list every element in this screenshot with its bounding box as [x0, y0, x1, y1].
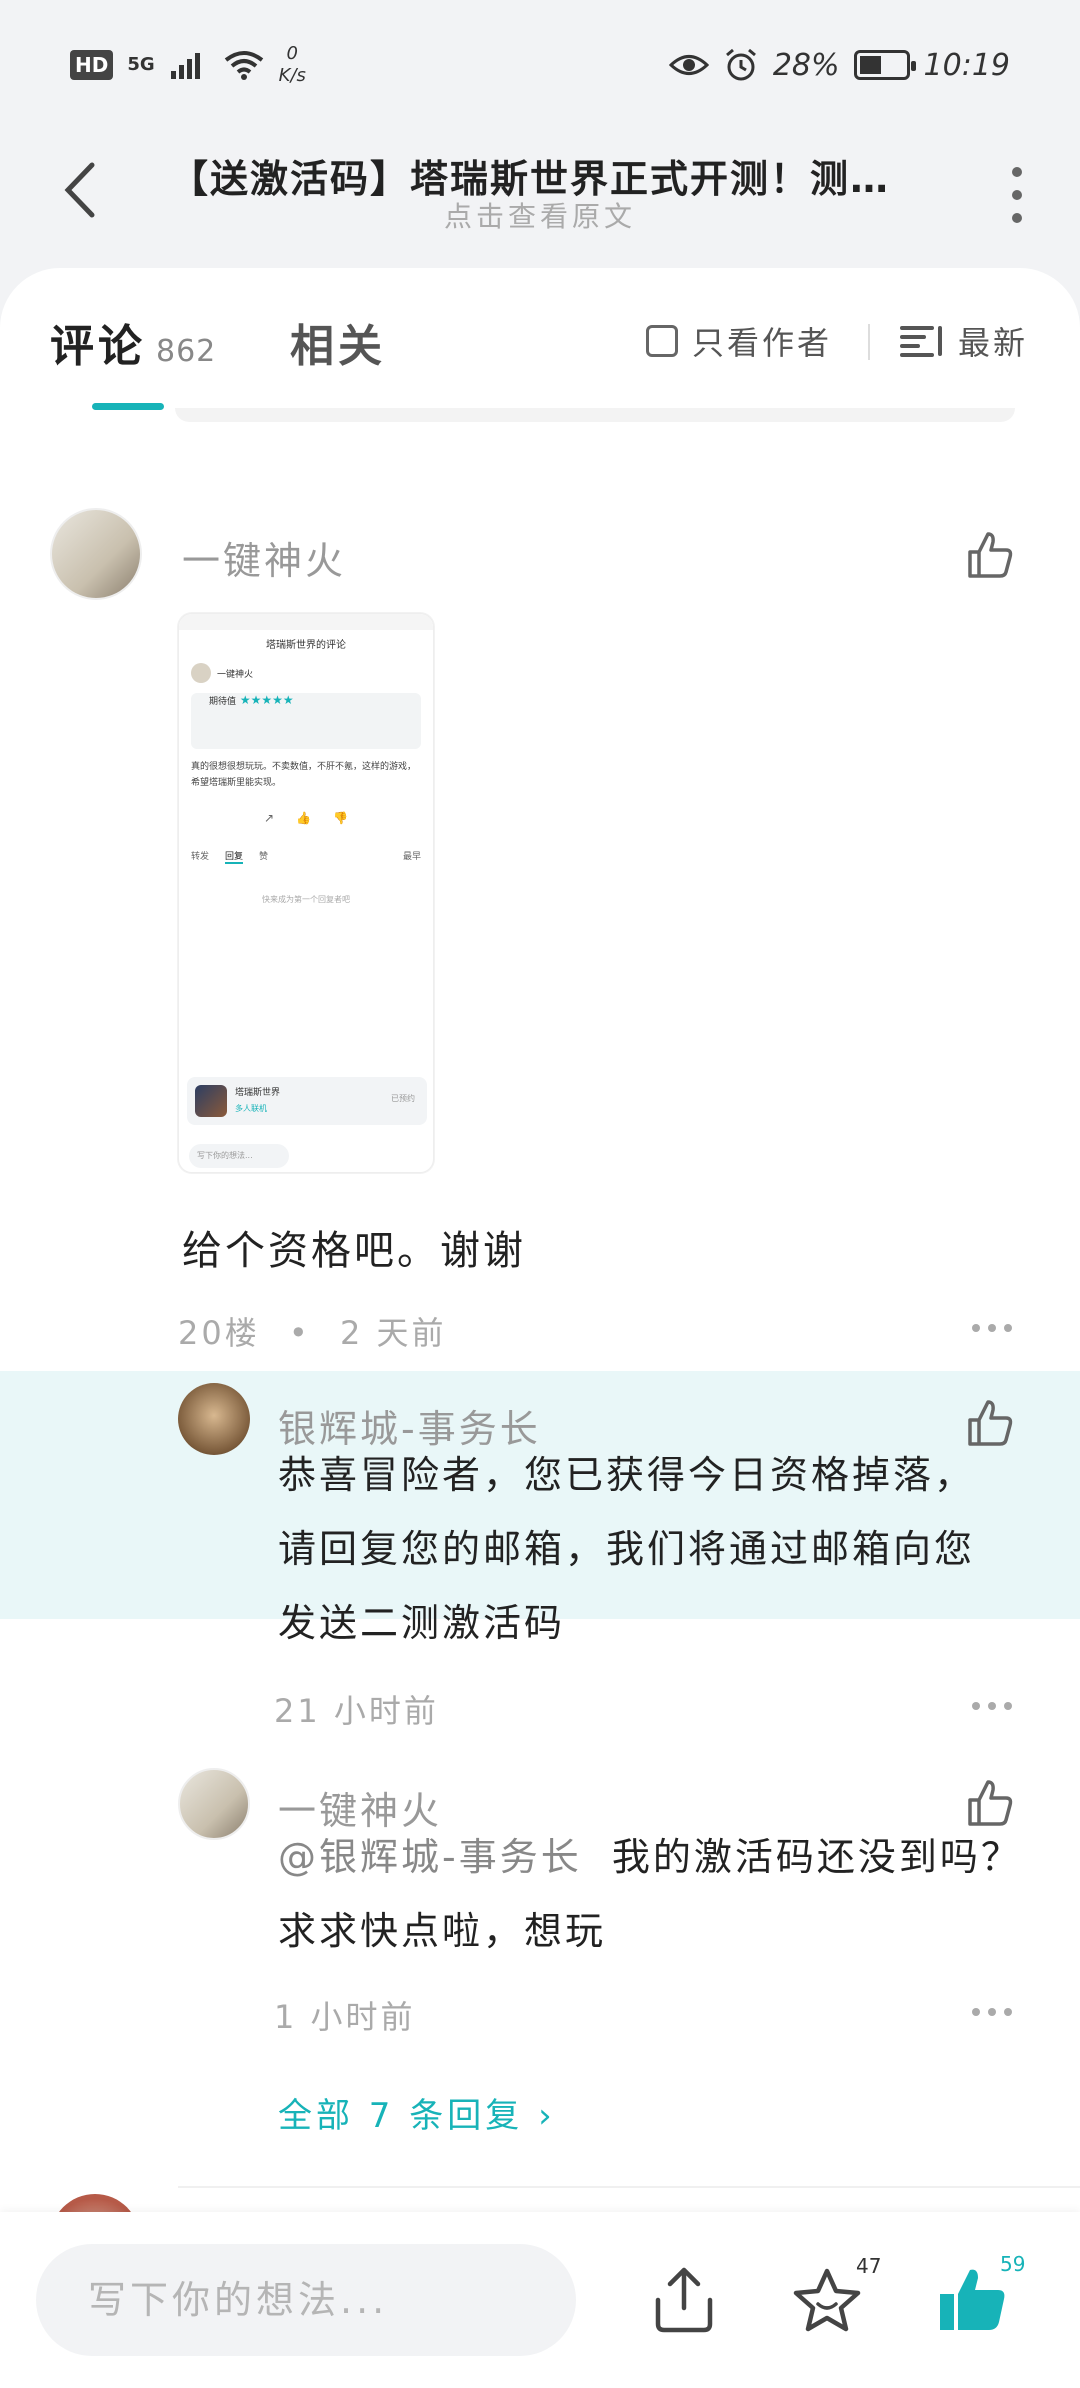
top-header: 【送激活码】塔瑞斯世界正式开测！测… 点击查看原文	[0, 130, 1080, 270]
active-tab-indicator	[92, 403, 164, 410]
tab-bar: 评论 862 相关 只看作者 最新	[0, 268, 1080, 410]
favorite-count: 47	[856, 2254, 882, 2278]
screenshot-avatar	[191, 663, 211, 683]
floor-number: 20楼	[178, 1314, 260, 1352]
reply-time: 1 小时前	[274, 1998, 416, 2036]
comment-username[interactable]: 一键神火	[182, 530, 346, 585]
divider	[868, 324, 870, 360]
reply-text: @银辉城-事务长 我的激活码还没到吗？ 求求快点啦，想玩	[278, 1835, 1022, 1953]
checkbox-icon	[646, 325, 678, 357]
reply-more-button[interactable]	[972, 2008, 1012, 2016]
sort-icon	[900, 324, 944, 358]
chevron-right-icon: ›	[538, 2096, 556, 2136]
comments-count: 862	[156, 334, 217, 369]
mention-link[interactable]: @银辉城-事务长	[278, 1835, 582, 1879]
author-only-toggle[interactable]: 只看作者	[646, 318, 832, 364]
comment-input[interactable]: 写下你的想法...	[36, 2244, 576, 2356]
eye-icon	[668, 55, 709, 75]
comment-time: 2 天前	[339, 1314, 447, 1352]
comment-more-button[interactable]	[972, 1324, 1012, 1332]
screenshot-app-card: 塔瑞斯世界 多人联机 已预约	[187, 1077, 427, 1125]
screenshot-input: 写下你的想法...	[189, 1144, 289, 1168]
comment-divider	[178, 2186, 1080, 2188]
wifi-icon	[224, 51, 263, 80]
like-count: 59	[1000, 2252, 1026, 2276]
hd-icon: HD	[70, 50, 114, 80]
avatar[interactable]	[178, 1383, 250, 1455]
screenshot-rating-box: 期待值 ★★★★★	[191, 693, 421, 749]
sort-toggle[interactable]: 最新	[900, 318, 1028, 364]
clock: 10:19	[923, 47, 1010, 83]
view-original-link[interactable]: 点击查看原文	[0, 195, 1080, 235]
comment-image[interactable]: 塔瑞斯世界的评论 一键神火 期待值 ★★★★★ 真的很想很想玩玩。不卖数值，不肝…	[178, 613, 434, 1173]
signal-icon	[170, 53, 200, 79]
status-bar: HD 5G 0 K/s 28% 10:19	[0, 0, 1080, 130]
tab-comments[interactable]: 评论 862	[50, 310, 216, 374]
network-speed: 0 K/s	[278, 43, 306, 86]
sort-label: 最新	[958, 324, 1029, 362]
reply-time: 21 小时前	[274, 1692, 439, 1730]
tab-related[interactable]: 相关	[290, 310, 386, 374]
avatar[interactable]	[178, 1768, 250, 1840]
comments-panel: 评论 862 相关 只看作者 最新 一键神火 塔瑞斯世界的评论 一键神火 期待值…	[0, 268, 1080, 2284]
screenshot-user: 一键神火	[217, 669, 254, 680]
battery-icon	[853, 50, 916, 80]
bottom-action-bar: 写下你的想法... 47 59	[0, 2212, 1080, 2388]
view-all-replies-link[interactable]: 全部 7 条回复 ›	[278, 2088, 556, 2137]
comment-text: 给个资格吧。谢谢	[182, 1228, 526, 1274]
like-filled-icon[interactable]	[936, 2264, 1008, 2334]
screenshot-title: 塔瑞斯世界的评论	[266, 640, 346, 651]
alarm-icon	[725, 48, 756, 81]
avatar[interactable]	[50, 508, 142, 600]
screenshot-body: 真的很想很想玩玩。不卖数值，不肝不氪，这样的游戏，希望塔瑞斯里能实现。	[191, 762, 417, 788]
share-icon[interactable]	[650, 2264, 718, 2336]
battery-percent: 28%	[772, 47, 840, 83]
network-type: 5G	[127, 54, 155, 75]
like-icon[interactable]	[966, 530, 1014, 580]
reply-text: 恭喜冒险者，您已获得今日资格掉落， 请回复您的邮箱，我们将通过邮箱向您 发送二测…	[278, 1453, 976, 1645]
author-only-label: 只看作者	[692, 324, 833, 362]
more-options-button[interactable]	[1002, 160, 1032, 230]
previous-item-edge	[175, 408, 1015, 422]
reply-more-button[interactable]	[972, 1702, 1012, 1710]
favorite-star-icon[interactable]	[792, 2266, 862, 2334]
comment-meta: 20楼 • 2 天前	[178, 1314, 447, 1352]
